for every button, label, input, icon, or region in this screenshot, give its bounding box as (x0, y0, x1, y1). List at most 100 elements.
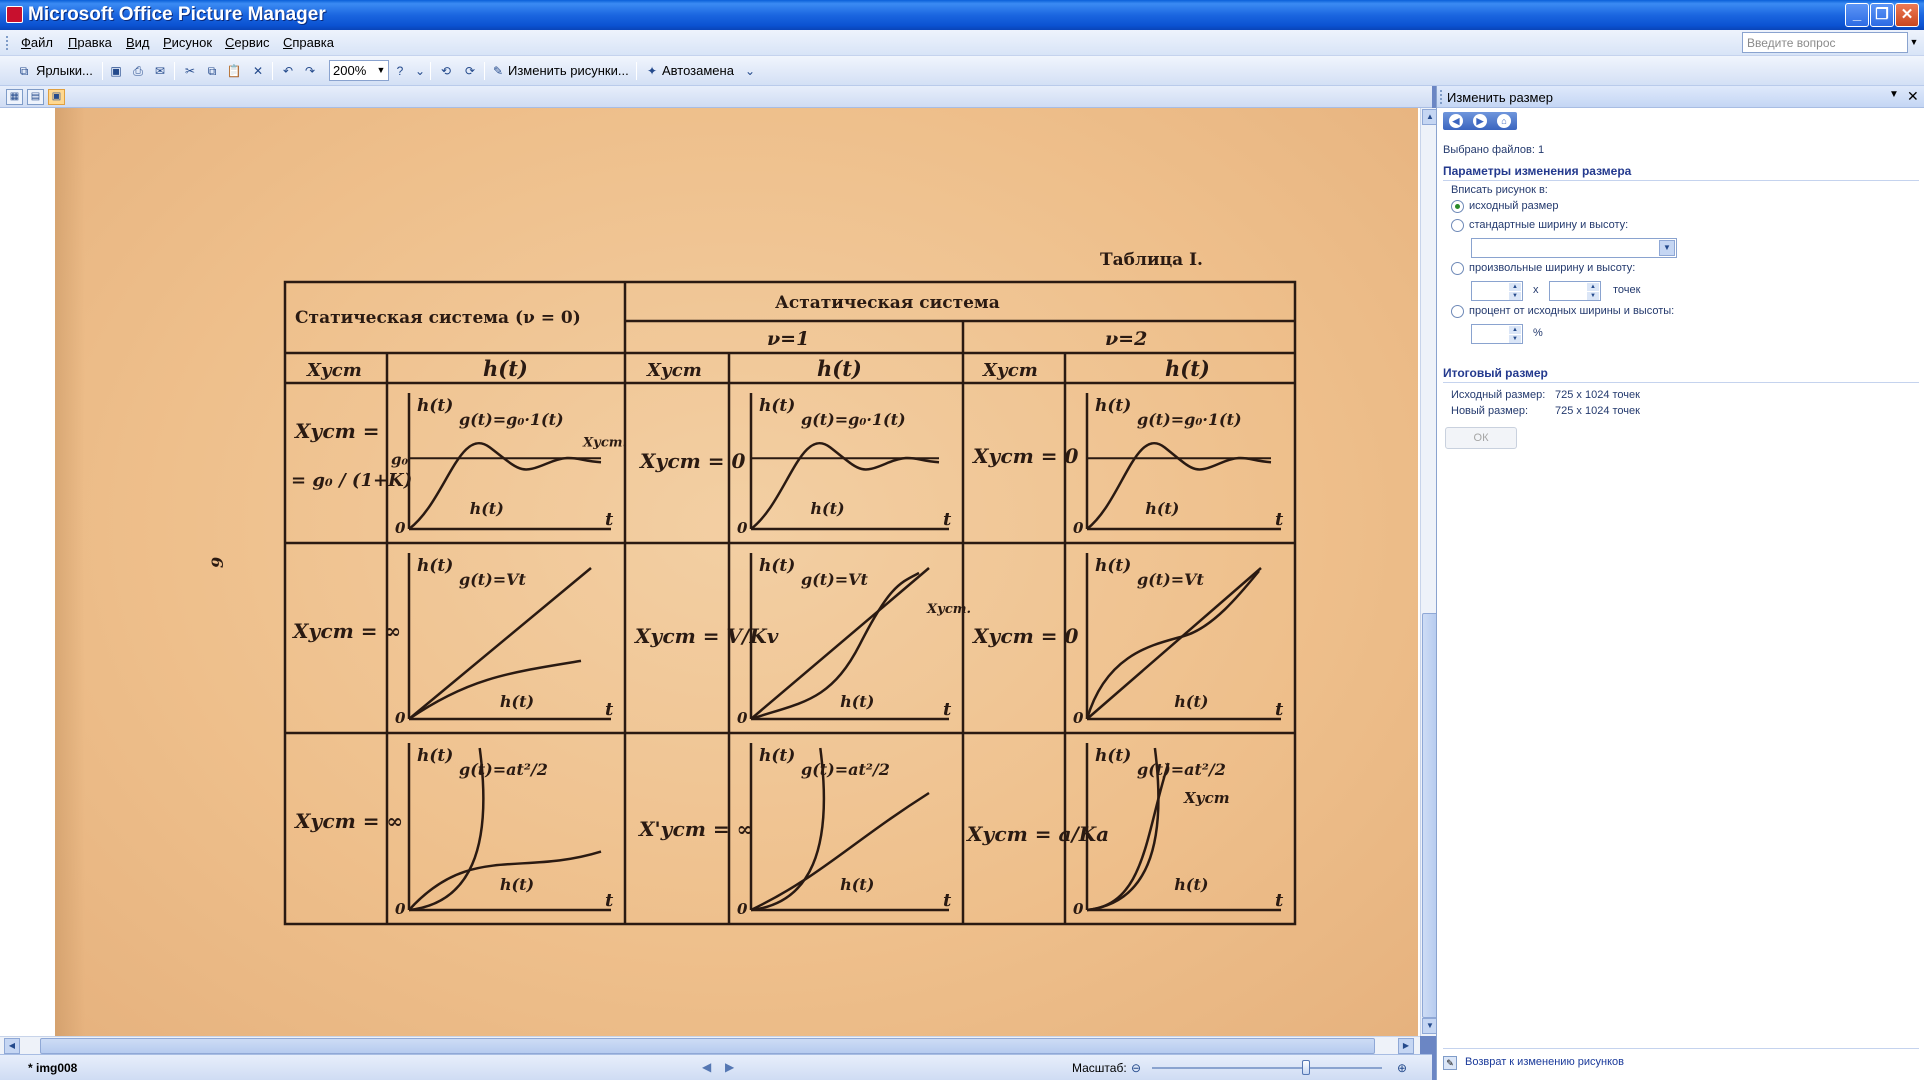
horizontal-scrollbar[interactable]: ◀ ▶ (0, 1036, 1420, 1054)
custom-size-label[interactable]: произвольные ширину и высоту: (1469, 262, 1635, 274)
help-icon[interactable]: ? (392, 63, 408, 79)
height-stepper[interactable]: ▲ ▼ (1549, 281, 1601, 301)
plot-zero-label: 0 (395, 709, 406, 727)
toolbar-options-icon[interactable]: ⌄ (412, 63, 428, 79)
plot-zero-label: 0 (737, 709, 748, 727)
minimize-button[interactable]: _ (1845, 3, 1869, 27)
task-pane-close-icon[interactable]: ✕ (1907, 88, 1919, 105)
row2-astatic2-x: Xуст = 0 (971, 624, 1079, 648)
copy-icon[interactable]: ⧉ (204, 63, 220, 79)
spin-up-icon[interactable]: ▲ (1509, 283, 1521, 291)
spin-down-icon[interactable]: ▼ (1587, 292, 1599, 300)
times-sign: x (1533, 284, 1539, 296)
close-button[interactable]: ✕ (1895, 3, 1919, 27)
task-pane-nav: ◀ ▶ ⌂ (1443, 112, 1517, 130)
col-h-astatic2: h(t) (1165, 356, 1210, 381)
menu-tools[interactable]: Сервис (225, 35, 270, 50)
back-icon[interactable]: ◀ (1449, 114, 1463, 128)
original-size-radio[interactable] (1451, 200, 1464, 213)
original-size-label[interactable]: исходный размер (1469, 200, 1558, 212)
forward-icon[interactable]: ▶ (1473, 114, 1487, 128)
rotate-left-icon[interactable]: ⟲ (438, 63, 454, 79)
shortcuts-button[interactable]: Ярлыки... (36, 61, 93, 81)
standard-size-label[interactable]: стандартные ширину и высоту: (1469, 219, 1628, 231)
menu-edit[interactable]: Правка (68, 35, 112, 50)
plot-g-formula: g(t)=at²/2 (1137, 760, 1226, 779)
autocorrect-button[interactable]: Автозамена (662, 61, 734, 81)
view-bar: ▦ ▤ ▣ (0, 86, 1432, 108)
spin-down-icon[interactable]: ▼ (1509, 292, 1521, 300)
task-pane: Изменить размер ▼ ✕ ◀ ▶ ⌂ Выбрано файлов… (1436, 86, 1924, 1080)
zoom-out-icon[interactable]: ⊖ (1128, 1060, 1144, 1076)
horizontal-scroll-thumb[interactable] (40, 1038, 1375, 1054)
ask-question-input[interactable]: Введите вопрос (1742, 32, 1908, 53)
print-icon[interactable]: ⎙ (130, 63, 146, 79)
restore-button[interactable]: ❐ (1870, 3, 1894, 27)
ask-dropdown-icon[interactable]: ▼ (1908, 32, 1920, 53)
paste-icon[interactable]: 📋 (226, 63, 242, 79)
scroll-right-icon[interactable]: ▶ (1398, 1038, 1414, 1054)
custom-size-radio[interactable] (1451, 262, 1464, 275)
undo-icon[interactable]: ↶ (280, 63, 296, 79)
menu-grip[interactable] (6, 36, 9, 50)
plot-zero-label: 0 (737, 900, 748, 918)
ok-button[interactable]: ОК (1445, 427, 1517, 449)
image-area[interactable]: Таблица I. 9 Статическая система (ν = 0)… (0, 108, 1420, 1036)
standard-size-radio[interactable] (1451, 219, 1464, 232)
task-pane-grip[interactable] (1440, 90, 1443, 104)
spin-up-icon[interactable]: ▲ (1509, 326, 1521, 334)
zoom-slider-track[interactable] (1152, 1067, 1382, 1069)
table-label: Таблица I. (1100, 250, 1203, 270)
task-pane-footer: ✎ Возврат к изменению рисунков (1443, 1048, 1919, 1070)
percent-stepper[interactable]: ▲ ▼ (1471, 324, 1523, 344)
resize-settings-heading: Параметры изменения размера (1443, 164, 1919, 181)
rotate-right-icon[interactable]: ⟳ (462, 63, 478, 79)
task-pane-title: Изменить размер (1447, 90, 1553, 105)
fit-label: Вписать рисунок в: (1451, 184, 1548, 196)
next-picture-icon[interactable]: ▶ (725, 1060, 734, 1074)
menu-file[interactable]: Файл (21, 35, 53, 50)
percent-radio[interactable] (1451, 305, 1464, 318)
menu-view[interactable]: Вид (126, 35, 150, 50)
header-astatic: Астатическая система (775, 293, 1000, 313)
cut-icon[interactable]: ✂ (182, 63, 198, 79)
plot-h-curve-label: h(t) (500, 875, 534, 894)
col-h-astatic1: h(t) (817, 356, 862, 381)
scroll-left-icon[interactable]: ◀ (4, 1038, 20, 1054)
plot-t-label: t (1275, 699, 1284, 720)
spin-down-icon[interactable]: ▼ (1509, 335, 1521, 343)
plot-t-label: t (605, 509, 614, 530)
edit-pictures-button[interactable]: Изменить рисунки... (508, 61, 629, 81)
thumbnail-view-icon[interactable]: ▦ (6, 89, 23, 105)
menu-picture[interactable]: Рисунок (163, 35, 212, 50)
plot-xust-label: Xуст (1183, 789, 1230, 807)
plot-response-curve (408, 659, 582, 721)
percent-label[interactable]: процент от исходных ширины и высоты: (1469, 305, 1674, 317)
task-pane-dropdown-icon[interactable]: ▼ (1889, 89, 1899, 100)
toolbar-separator (430, 62, 431, 80)
previous-picture-icon[interactable]: ◀ (702, 1060, 711, 1074)
width-stepper[interactable]: ▲ ▼ (1471, 281, 1523, 301)
delete-icon[interactable]: ✕ (250, 63, 266, 79)
plot-zero-label: 0 (737, 519, 748, 537)
zoom-dropdown-icon[interactable]: ▼ (374, 61, 388, 80)
standard-size-select[interactable]: ▼ (1471, 238, 1677, 258)
col-x-static: Xуст (306, 360, 362, 381)
single-picture-view-icon[interactable]: ▣ (48, 89, 65, 105)
menu-help[interactable]: Справка (283, 35, 334, 50)
email-icon[interactable]: ✉ (152, 63, 168, 79)
redo-icon[interactable]: ↷ (302, 63, 318, 79)
chevron-down-icon[interactable]: ▼ (1659, 240, 1675, 256)
filmstrip-view-icon[interactable]: ▤ (27, 89, 44, 105)
save-icon[interactable]: ▣ (108, 63, 124, 79)
window-title: Microsoft Office Picture Manager (28, 4, 326, 25)
zoom-slider-knob[interactable] (1302, 1060, 1310, 1075)
plot-h-curve-label: h(t) (840, 692, 874, 711)
spin-up-icon[interactable]: ▲ (1587, 283, 1599, 291)
app-icon (6, 6, 23, 23)
back-to-edit-link[interactable]: Возврат к изменению рисунков (1465, 1056, 1624, 1068)
home-icon[interactable]: ⌂ (1497, 114, 1511, 128)
toolbar-options-icon[interactable]: ⌄ (742, 63, 758, 79)
plot-h-label: h(t) (759, 556, 795, 576)
zoom-in-icon[interactable]: ⊕ (1394, 1060, 1410, 1076)
